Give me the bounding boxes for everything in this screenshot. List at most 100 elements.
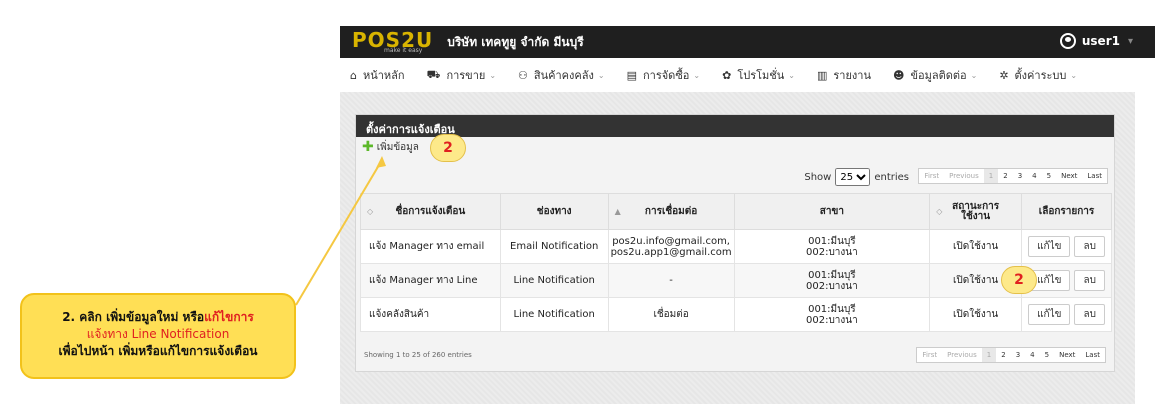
delete-button[interactable]: ลบ (1074, 270, 1105, 291)
column-name[interactable]: ◇ ชื่อการแจ้งเตือน (360, 193, 501, 230)
chevron-down-icon: ⌄ (970, 70, 978, 80)
table-row: แจ้งคลังสินค้า Line Notification เชื่อมต่อ… (360, 297, 1112, 332)
menu-item-label: โปรโมชั่น (737, 69, 785, 82)
main-menu: ⌂ หน้าหลัก ⛟ การขาย ⌄ ⚇ สินค้าคงคลัง ⌄ ▤ การจัดซื… (340, 58, 1155, 92)
column-actions: เลือกรายการ (1021, 193, 1112, 230)
user-menu[interactable]: user1 ▾ (1059, 33, 1133, 49)
cell-channel: Email Notification (499, 229, 609, 264)
user-icon (1059, 33, 1076, 49)
menu-item-promotion[interactable]: ✿ โปรโมชั่น ⌄ (722, 66, 795, 84)
next-page-button[interactable]: Next (1056, 169, 1082, 183)
page-4-button[interactable]: 4 (1027, 169, 1041, 183)
column-connection[interactable]: ▲ การเชื่อมต่อ (607, 193, 735, 230)
last-page-button[interactable]: Last (1080, 348, 1105, 362)
notification-settings-panel: ตั้งค่าการแจ้งเตือน ✚ เพิ่มข้อมูล Show 2… (355, 114, 1115, 372)
cell-name: แจ้งคลังสินค้า (360, 297, 501, 332)
branch-line: 001:มีนบุรี (808, 269, 856, 281)
menu-item-label: รายงาน (833, 69, 871, 82)
sort-asc-icon: ▲ (614, 207, 621, 216)
callout-line2: แจ้งทาง Line Notification (86, 327, 230, 341)
pagination-top: First Previous 1 2 3 4 5 Next Last (918, 168, 1108, 184)
branch-line: 001:มีนบุรี (808, 235, 856, 247)
cell-channel: Line Notification (499, 263, 609, 298)
menu-item-label: ตั้งค่าระบบ (1014, 69, 1067, 82)
table-row: แจ้ง Manager ทาง Line Line Notification -0… (360, 263, 1112, 298)
menu-item-label: หน้าหลัก (362, 69, 405, 82)
menu-item-home[interactable]: ⌂ หน้าหลัก (350, 66, 405, 84)
chevron-down-icon: ⌄ (788, 70, 795, 80)
logo[interactable]: POS2U make it easy (352, 30, 433, 54)
menu-item-cart[interactable]: ⛟ การขาย ⌄ (427, 66, 496, 84)
menu-item-document[interactable]: ▤ การจัดซื้อ ⌄ (627, 66, 701, 84)
page-1-button[interactable]: 1 (981, 348, 997, 362)
page-size-control: Show 25 entries (804, 168, 909, 186)
cell-connection: เชื่อมต่อ (607, 297, 735, 332)
page-5-button[interactable]: 5 (1040, 348, 1054, 362)
sort-icon: ◇ (936, 207, 943, 216)
first-page-button[interactable]: First (917, 348, 942, 362)
branch-line: 001:มีนบุรี (808, 303, 856, 315)
company-name: บริษัท เทคทูยู จำกัด มีนบุรี (447, 34, 584, 49)
instruction-callout: 2. คลิก เพิ่มข้อมูลใหม่ หรือแก้ไขการ แจ้… (20, 293, 296, 379)
menu-item-label: ข้อมูลติดต่อ (910, 69, 967, 82)
menu-item-contacts[interactable]: ☻ ข้อมูลติดต่อ ⌄ (893, 66, 977, 84)
cell-actions: แก้ไข ลบ (1021, 229, 1112, 264)
previous-page-button[interactable]: Previous (942, 348, 982, 362)
stock-icon: ⚇ (518, 68, 528, 82)
callout-line1-highlight: แก้ไขการ (204, 310, 254, 324)
pagination-bottom: First Previous 1 2 3 4 5 Next Last (916, 347, 1106, 363)
menu-item-report[interactable]: ▥ รายงาน (817, 66, 871, 84)
show-label: Show (804, 171, 832, 183)
menu-item-label: การจัดซื้อ (642, 69, 690, 82)
menu-item-label: สินค้าคงคลัง (533, 69, 594, 82)
top-bar: POS2U make it easy บริษัท เทคทูยู จำกัด … (340, 26, 1155, 58)
notification-table: ◇ ชื่อการแจ้งเตือน ช่องทาง ▲ การเชื่อมต่อ … (360, 193, 1112, 332)
promotion-icon: ✿ (722, 68, 732, 82)
page-2-button[interactable]: 2 (996, 348, 1010, 362)
cell-connection: - (607, 263, 735, 298)
delete-button[interactable]: ลบ (1074, 304, 1105, 325)
cell-branch: 001:มีนบุรี 002:บางนา (733, 297, 931, 332)
menu-item-label: การขาย (446, 69, 486, 82)
first-page-button[interactable]: First (919, 169, 944, 183)
step-badge-edit: 2 (1001, 266, 1037, 294)
chevron-down-icon: ⌄ (489, 70, 497, 80)
branch-line: 002:บางนา (806, 246, 858, 258)
add-button[interactable]: เพิ่มข้อมูล (377, 140, 419, 155)
sort-icon: ◇ (367, 207, 374, 216)
plus-icon[interactable]: ✚ (362, 139, 374, 155)
page-1-button[interactable]: 1 (983, 169, 999, 183)
chevron-down-icon: ▾ (1127, 35, 1133, 47)
column-branch[interactable]: สาขา (733, 193, 931, 230)
chevron-down-icon: ⌄ (597, 70, 605, 80)
edit-button[interactable]: แก้ไข (1028, 236, 1071, 257)
next-page-button[interactable]: Next (1054, 348, 1080, 362)
document-icon: ▤ (626, 68, 637, 82)
page-3-button[interactable]: 3 (1011, 348, 1025, 362)
previous-page-button[interactable]: Previous (944, 169, 984, 183)
chevron-down-icon: ⌄ (693, 70, 701, 80)
page-size-select[interactable]: 25 (835, 168, 871, 186)
page-2-button[interactable]: 2 (998, 169, 1012, 183)
home-icon: ⌂ (350, 68, 357, 82)
column-channel[interactable]: ช่องทาง (499, 193, 609, 230)
page-4-button[interactable]: 4 (1025, 348, 1039, 362)
delete-button[interactable]: ลบ (1074, 236, 1105, 257)
user-name: user1 (1081, 34, 1120, 48)
branch-line: 002:บางนา (806, 280, 858, 292)
cell-name: แจ้ง Manager ทาง email (360, 229, 501, 264)
step-badge-add: 2 (430, 134, 466, 162)
cell-name: แจ้ง Manager ทาง Line (360, 263, 501, 298)
edit-button[interactable]: แก้ไข (1028, 304, 1071, 325)
menu-item-stock[interactable]: ⚇ สินค้าคงคลัง ⌄ (518, 66, 605, 84)
entries-info: Showing 1 to 25 of 260 entries (364, 351, 472, 359)
column-status[interactable]: ◇ สถานะการใช้งาน (929, 193, 1023, 230)
last-page-button[interactable]: Last (1082, 169, 1107, 183)
panel-title: ตั้งค่าการแจ้งเตือน (356, 115, 1114, 137)
page-3-button[interactable]: 3 (1013, 169, 1027, 183)
menu-item-settings[interactable]: ✲ ตั้งค่าระบบ ⌄ (999, 66, 1077, 84)
logo-tagline: make it easy (384, 47, 423, 54)
cart-icon: ⛟ (426, 67, 441, 81)
cell-branch: 001:มีนบุรี 002:บางนา (733, 263, 931, 298)
page-5-button[interactable]: 5 (1042, 169, 1056, 183)
